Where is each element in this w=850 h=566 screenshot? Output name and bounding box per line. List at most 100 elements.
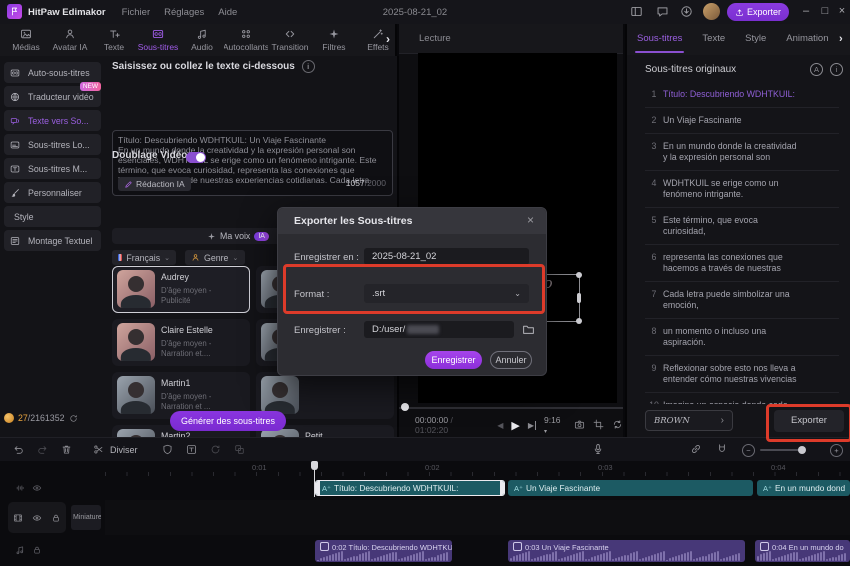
subtitle-row[interactable]: 2 Un Viaje Fascinante bbox=[645, 108, 839, 134]
subtitle-clip[interactable]: A⁺En un mundo dond bbox=[757, 480, 850, 496]
split-label[interactable]: Diviser bbox=[110, 445, 138, 455]
close-button[interactable]: × bbox=[831, 5, 850, 17]
refresh-icon[interactable] bbox=[69, 414, 78, 423]
right-tab[interactable]: Animation bbox=[776, 24, 838, 55]
sidebar-item[interactable]: Personnaliser bbox=[4, 182, 101, 203]
rotate-icon[interactable] bbox=[204, 444, 228, 455]
ribbon-tab[interactable]: Filtres bbox=[312, 28, 356, 52]
cancel-button[interactable]: Annuler bbox=[490, 351, 532, 369]
save-as-input[interactable]: 2025-08-21_02 bbox=[364, 248, 529, 265]
chat-icon[interactable] bbox=[656, 5, 669, 18]
genre-dropdown[interactable]: Genre⌄ bbox=[185, 250, 245, 265]
timeline-ruler[interactable]: 0:010:020:030:04 bbox=[105, 461, 850, 477]
playhead-line[interactable] bbox=[314, 461, 315, 497]
dialog-close-icon[interactable]: × bbox=[527, 213, 534, 227]
tabs-more-chevron-icon[interactable]: › bbox=[839, 33, 843, 45]
right-tab[interactable]: Texte bbox=[692, 24, 735, 55]
snapshot-icon[interactable] bbox=[574, 419, 585, 430]
format-select[interactable]: .srt ⌄ bbox=[364, 284, 529, 303]
video-track[interactable] bbox=[105, 500, 850, 535]
dubbing-toggle[interactable] bbox=[186, 152, 206, 163]
language-dropdown[interactable]: Français⌄ bbox=[112, 250, 176, 265]
ribbon-more-chevron-icon[interactable]: › bbox=[386, 32, 390, 46]
subtitle-clip[interactable]: A⁺Título: Descubriendo WDHTKUIL: bbox=[315, 480, 505, 496]
subtitle-row[interactable]: 1 Título: Descubriendo WDHTKUIL: bbox=[645, 82, 839, 108]
info-icon[interactable]: i bbox=[302, 60, 315, 73]
ribbon-tab[interactable]: Autocollants bbox=[224, 28, 268, 52]
aspect-ratio-dropdown[interactable]: 9:16 ▾ bbox=[544, 415, 565, 435]
sidebar-item[interactable]: Montage Textuel bbox=[4, 230, 101, 251]
audio-clip[interactable]: 0:03 Un Viaje Fascinante bbox=[508, 540, 745, 562]
ribbon-tab[interactable]: Sous-titres bbox=[136, 28, 180, 52]
sidebar-item[interactable]: Sous-titres M... bbox=[4, 158, 101, 179]
selection-handle[interactable] bbox=[577, 293, 581, 303]
subtitle-row[interactable]: 8 un momento o incluso una aspiración. bbox=[645, 319, 839, 356]
user-avatar[interactable] bbox=[703, 3, 720, 20]
prev-frame-icon[interactable]: ◀ bbox=[497, 421, 503, 430]
audio-clip[interactable]: 0:02 Título: Descubriendo WDHTKUIL bbox=[315, 540, 452, 562]
zoom-out-icon[interactable]: − bbox=[742, 444, 755, 457]
right-tab[interactable]: Style bbox=[735, 24, 776, 55]
lock-icon[interactable] bbox=[51, 513, 61, 523]
shield-icon[interactable] bbox=[156, 444, 180, 455]
trash-icon[interactable] bbox=[54, 444, 78, 455]
ribbon-tab[interactable]: Médias bbox=[4, 28, 48, 52]
audio-clip[interactable]: 0:04 En un mundo do bbox=[755, 540, 850, 562]
mic-icon[interactable] bbox=[592, 443, 604, 455]
voice-card[interactable]: Audrey D'âge moyen - Publicité bbox=[112, 266, 250, 313]
text-box-icon[interactable] bbox=[180, 444, 204, 455]
export-subtitles-button[interactable]: Exporter bbox=[774, 410, 844, 432]
translate-icon[interactable]: A bbox=[810, 63, 823, 76]
ribbon-tab[interactable]: Transition bbox=[268, 28, 312, 52]
my-voice-tab[interactable]: Ma voix IA bbox=[207, 231, 269, 241]
seek-bar[interactable] bbox=[399, 407, 623, 409]
scissors-icon[interactable] bbox=[86, 444, 110, 455]
folder-icon[interactable] bbox=[522, 323, 535, 336]
undo-icon[interactable] bbox=[6, 444, 30, 455]
save-button[interactable]: Enregistrer bbox=[425, 351, 482, 369]
subtitle-clip[interactable]: A⁺Un Viaje Fascinante bbox=[508, 480, 753, 496]
ribbon-tab[interactable]: Audio bbox=[180, 28, 224, 52]
thumbnail-toggle[interactable]: Miniature bbox=[71, 505, 101, 530]
subtitle-row[interactable]: 9 Reflexionar sobre esto nos lleva a ent… bbox=[645, 356, 839, 393]
menu-item[interactable]: Aide bbox=[218, 7, 237, 18]
redo-icon[interactable] bbox=[30, 444, 54, 455]
subtitle-row[interactable]: 10 Imagina un espacio donde cada uno de … bbox=[645, 393, 839, 404]
eye-icon[interactable] bbox=[32, 513, 42, 523]
loop-icon[interactable] bbox=[612, 419, 623, 430]
zoom-slider-knob[interactable] bbox=[798, 446, 806, 454]
seek-knob[interactable] bbox=[401, 403, 409, 411]
play-icon[interactable]: ▶ bbox=[511, 419, 519, 432]
sidebar-item[interactable]: Texte vers So... bbox=[4, 110, 101, 131]
selection-handle[interactable] bbox=[576, 318, 582, 324]
magnet-icon[interactable] bbox=[716, 443, 728, 455]
group-icon[interactable] bbox=[228, 444, 252, 455]
export-video-button[interactable]: Exporter bbox=[727, 3, 789, 21]
menu-item[interactable]: Réglages bbox=[164, 7, 204, 18]
path-input[interactable]: D:/user/ bbox=[364, 321, 514, 338]
subtitle-row[interactable]: 6 representa las conexiones que hacemos … bbox=[645, 245, 839, 282]
zoom-in-icon[interactable]: + bbox=[830, 444, 843, 457]
menu-item[interactable]: Fichier bbox=[122, 7, 151, 18]
sidebar-item[interactable]: Style bbox=[4, 206, 101, 227]
font-selector[interactable]: BROWN › bbox=[645, 410, 733, 431]
link-icon[interactable] bbox=[690, 443, 702, 455]
subtitle-row[interactable]: 3 En un mundo donde la creatividad y la … bbox=[645, 134, 839, 171]
ribbon-tab[interactable]: Texte bbox=[92, 28, 136, 52]
download-icon[interactable] bbox=[680, 5, 693, 18]
sidebar-item[interactable]: Traducteur vidéo NEW bbox=[4, 86, 101, 107]
ribbon-tab[interactable]: Effets bbox=[356, 28, 400, 52]
subtitle-row[interactable]: 5 Este término, que evoca curiosidad, bbox=[645, 208, 839, 245]
info-icon[interactable]: i bbox=[830, 63, 843, 76]
layout-icon[interactable] bbox=[630, 5, 643, 18]
voice-card[interactable]: Claire Estelle D'âge moyen - Narration e… bbox=[112, 319, 250, 366]
sidebar-item[interactable]: Auto-sous-titres bbox=[4, 62, 101, 83]
ai-writing-button[interactable]: Rédaction IA bbox=[118, 177, 191, 191]
ribbon-tab[interactable]: Avatar IA bbox=[48, 28, 92, 52]
subtitle-row[interactable]: 7 Cada letra puede simbolizar una emoció… bbox=[645, 282, 839, 319]
next-frame-icon[interactable]: ▶ bbox=[528, 421, 536, 430]
right-tab[interactable]: Sous-titres bbox=[627, 24, 692, 55]
selection-handle[interactable] bbox=[576, 272, 582, 278]
sidebar-item[interactable]: Sous-titres Lo... bbox=[4, 134, 101, 155]
generate-subtitles-button[interactable]: Générer des sous-titres bbox=[170, 411, 286, 431]
